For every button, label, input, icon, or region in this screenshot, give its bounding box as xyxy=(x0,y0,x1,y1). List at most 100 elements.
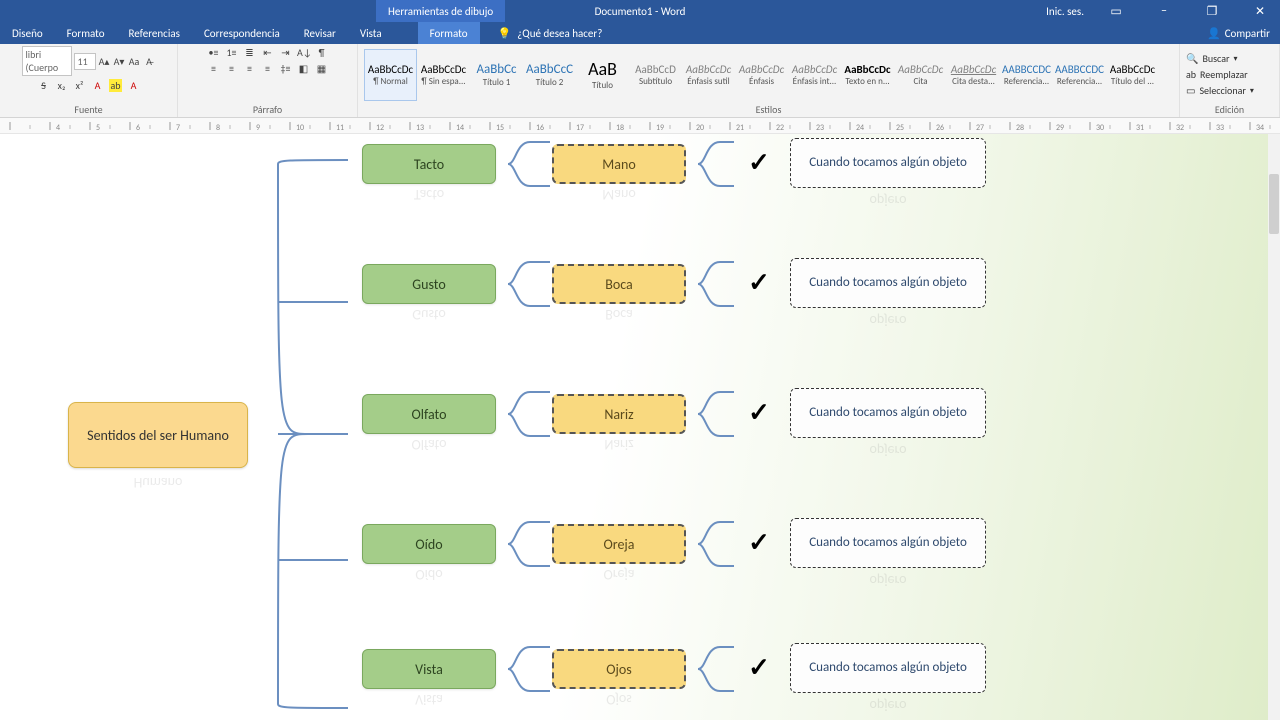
svg-text:4: 4 xyxy=(56,123,60,133)
svg-text:13: 13 xyxy=(416,123,424,133)
desc-box-4[interactable]: Cuando tocamos algún objeto xyxy=(790,643,986,693)
root-node[interactable]: Sentidos del ser Humano xyxy=(68,402,248,468)
grow-font-icon[interactable]: A▴ xyxy=(98,55,111,68)
minimize-button[interactable]: – xyxy=(1148,4,1180,18)
sort-icon[interactable]: A↓ xyxy=(297,46,310,59)
style-referencia-[interactable]: AABBCCDCReferencia... xyxy=(1000,49,1053,101)
svg-text:5: 5 xyxy=(96,123,100,133)
organ-box-4[interactable]: Ojos xyxy=(552,649,686,689)
tab-referencias[interactable]: Referencias xyxy=(117,22,192,44)
scrollbar-vertical[interactable] xyxy=(1268,134,1280,720)
style-name: Cita desta... xyxy=(948,76,999,87)
pilcrow-icon[interactable]: ¶ xyxy=(315,46,328,59)
tell-me[interactable]: 💡 ¿Qué desea hacer? xyxy=(498,22,603,44)
style-t-tulo-1[interactable]: AaBbCcTítulo 1 xyxy=(470,49,523,101)
scroll-thumb[interactable] xyxy=(1269,174,1279,234)
shading-icon[interactable]: ◧ xyxy=(297,62,310,75)
svg-text:9: 9 xyxy=(256,123,260,133)
desc-box-1[interactable]: Cuando tocamos algún objeto xyxy=(790,258,986,308)
sense-box-3[interactable]: Oído xyxy=(362,524,496,564)
find-button[interactable]: 🔍Buscar▾ xyxy=(1186,51,1238,66)
desc-box-2[interactable]: Cuando tocamos algún objeto xyxy=(790,388,986,438)
font-size-combo[interactable]: 11 xyxy=(74,53,96,70)
tab-diseno[interactable]: Diseño xyxy=(0,22,55,44)
svg-text:19: 19 xyxy=(656,123,664,133)
close-button[interactable]: ✕ xyxy=(1244,4,1276,19)
svg-text:7: 7 xyxy=(176,123,180,133)
check-icon-1: ✓ xyxy=(744,266,774,298)
style--nfasis-int-[interactable]: AaBbCcDcÉnfasis int... xyxy=(788,49,841,101)
organ-box-2[interactable]: Nariz xyxy=(552,394,686,434)
select-button[interactable]: ▭Seleccionar▾ xyxy=(1186,83,1254,98)
style-t-tulo[interactable]: AaBTítulo xyxy=(576,49,629,101)
tab-correspondencia[interactable]: Correspondencia xyxy=(192,22,292,44)
align-center-icon[interactable]: ≡ xyxy=(225,62,238,75)
replace-button[interactable]: abReemplazar xyxy=(1186,67,1248,82)
sense-box-0[interactable]: Tacto xyxy=(362,144,496,184)
align-right-icon[interactable]: ≡ xyxy=(243,62,256,75)
group-label-parrafo: Párrafo xyxy=(184,103,351,117)
align-left-icon[interactable]: ≡ xyxy=(207,62,220,75)
sense-box-1[interactable]: Gusto xyxy=(362,264,496,304)
tab-revisar[interactable]: Revisar xyxy=(292,22,348,44)
desc-box-3[interactable]: Cuando tocamos algún objeto xyxy=(790,518,986,568)
bracket-organ-4 xyxy=(692,643,740,695)
borders-icon[interactable]: ▦ xyxy=(315,62,328,75)
style-name: Énfasis sutil xyxy=(683,76,734,87)
ruler-scale: 4567891011121314151617181920212223242526… xyxy=(0,118,1280,134)
share-button[interactable]: 👤 Compartir xyxy=(1197,22,1280,44)
clear-format-icon[interactable]: A̶ xyxy=(143,55,156,68)
strike-icon[interactable]: S xyxy=(37,79,50,92)
organ-label: Oreja xyxy=(604,536,635,553)
style--nfasis-sutil[interactable]: AaBbCcDcÉnfasis sutil xyxy=(682,49,735,101)
contextual-tab-label: Herramientas de dibujo xyxy=(376,0,505,22)
subscript-icon[interactable]: x₂ xyxy=(55,79,68,92)
style-cita-desta-[interactable]: AaBbCcDcCita desta... xyxy=(947,49,1000,101)
sense-box-4[interactable]: Vista xyxy=(362,649,496,689)
multilevel-icon[interactable]: ≣ xyxy=(243,46,256,59)
indent-icon[interactable]: ⇥ xyxy=(279,46,292,59)
bracket-organ-0 xyxy=(692,138,740,190)
ruler[interactable]: 4567891011121314151617181920212223242526… xyxy=(0,118,1280,134)
style-cita[interactable]: AaBbCcDcCita xyxy=(894,49,947,101)
tab-formato-contextual[interactable]: Formato xyxy=(418,22,480,44)
style-sample: AaBbCcDc xyxy=(1110,63,1155,76)
organ-box-1[interactable]: Boca xyxy=(552,264,686,304)
svg-text:6: 6 xyxy=(136,123,140,133)
justify-icon[interactable]: ≡ xyxy=(261,62,274,75)
style--normal[interactable]: AaBbCcDc¶ Normal xyxy=(364,49,417,101)
document-area[interactable]: Sentidos del ser Humano Humano Tacto Tac… xyxy=(0,134,1280,720)
line-spacing-icon[interactable]: ‡≡ xyxy=(279,62,292,75)
ribbon-display-options-icon[interactable]: ▭ xyxy=(1100,4,1132,19)
shrink-font-icon[interactable]: A▾ xyxy=(113,55,126,68)
svg-text:34: 34 xyxy=(1256,123,1264,133)
bullets-icon[interactable]: •≡ xyxy=(207,46,220,59)
outdent-icon[interactable]: ⇤ xyxy=(261,46,274,59)
style-t-tulo-del-[interactable]: AaBbCcDcTítulo del ... xyxy=(1106,49,1159,101)
sense-box-2[interactable]: Olfato xyxy=(362,394,496,434)
font-color-icon[interactable]: A xyxy=(127,79,140,92)
login-link[interactable]: Inic. ses. xyxy=(1046,5,1084,18)
search-icon: 🔍 xyxy=(1186,52,1198,65)
style-referencia-[interactable]: AABBCCDCReferencia... xyxy=(1053,49,1106,101)
superscript-icon[interactable]: x² xyxy=(73,79,86,92)
change-case-icon[interactable]: Aa xyxy=(128,55,141,68)
organ-box-0[interactable]: Mano xyxy=(552,144,686,184)
maximize-button[interactable]: ❐ xyxy=(1196,4,1228,19)
style-subt-tulo[interactable]: AaBbCcDSubtítulo xyxy=(629,49,682,101)
style-t-tulo-2[interactable]: AaBbCcCTítulo 2 xyxy=(523,49,576,101)
tab-vista[interactable]: Vista xyxy=(348,22,394,44)
styles-gallery[interactable]: AaBbCcDc¶ NormalAaBbCcDc¶ Sin espa...AaB… xyxy=(364,49,1159,101)
desc-box-0[interactable]: Cuando tocamos algún objeto xyxy=(790,138,986,188)
highlight-icon[interactable]: ab xyxy=(109,79,122,92)
text-effects-icon[interactable]: A xyxy=(91,79,104,92)
style--nfasis[interactable]: AaBbCcDcÉnfasis xyxy=(735,49,788,101)
tab-formato[interactable]: Formato xyxy=(55,22,117,44)
organ-box-3[interactable]: Oreja xyxy=(552,524,686,564)
style-texto-en-n-[interactable]: AaBbCcDcTexto en n... xyxy=(841,49,894,101)
style--sin-espa-[interactable]: AaBbCcDc¶ Sin espa... xyxy=(417,49,470,101)
svg-text:18: 18 xyxy=(616,123,624,133)
font-name-combo[interactable]: libri (Cuerpo xyxy=(22,46,72,76)
numbering-icon[interactable]: 1≡ xyxy=(225,46,238,59)
style-name: Referencia... xyxy=(1001,76,1052,87)
